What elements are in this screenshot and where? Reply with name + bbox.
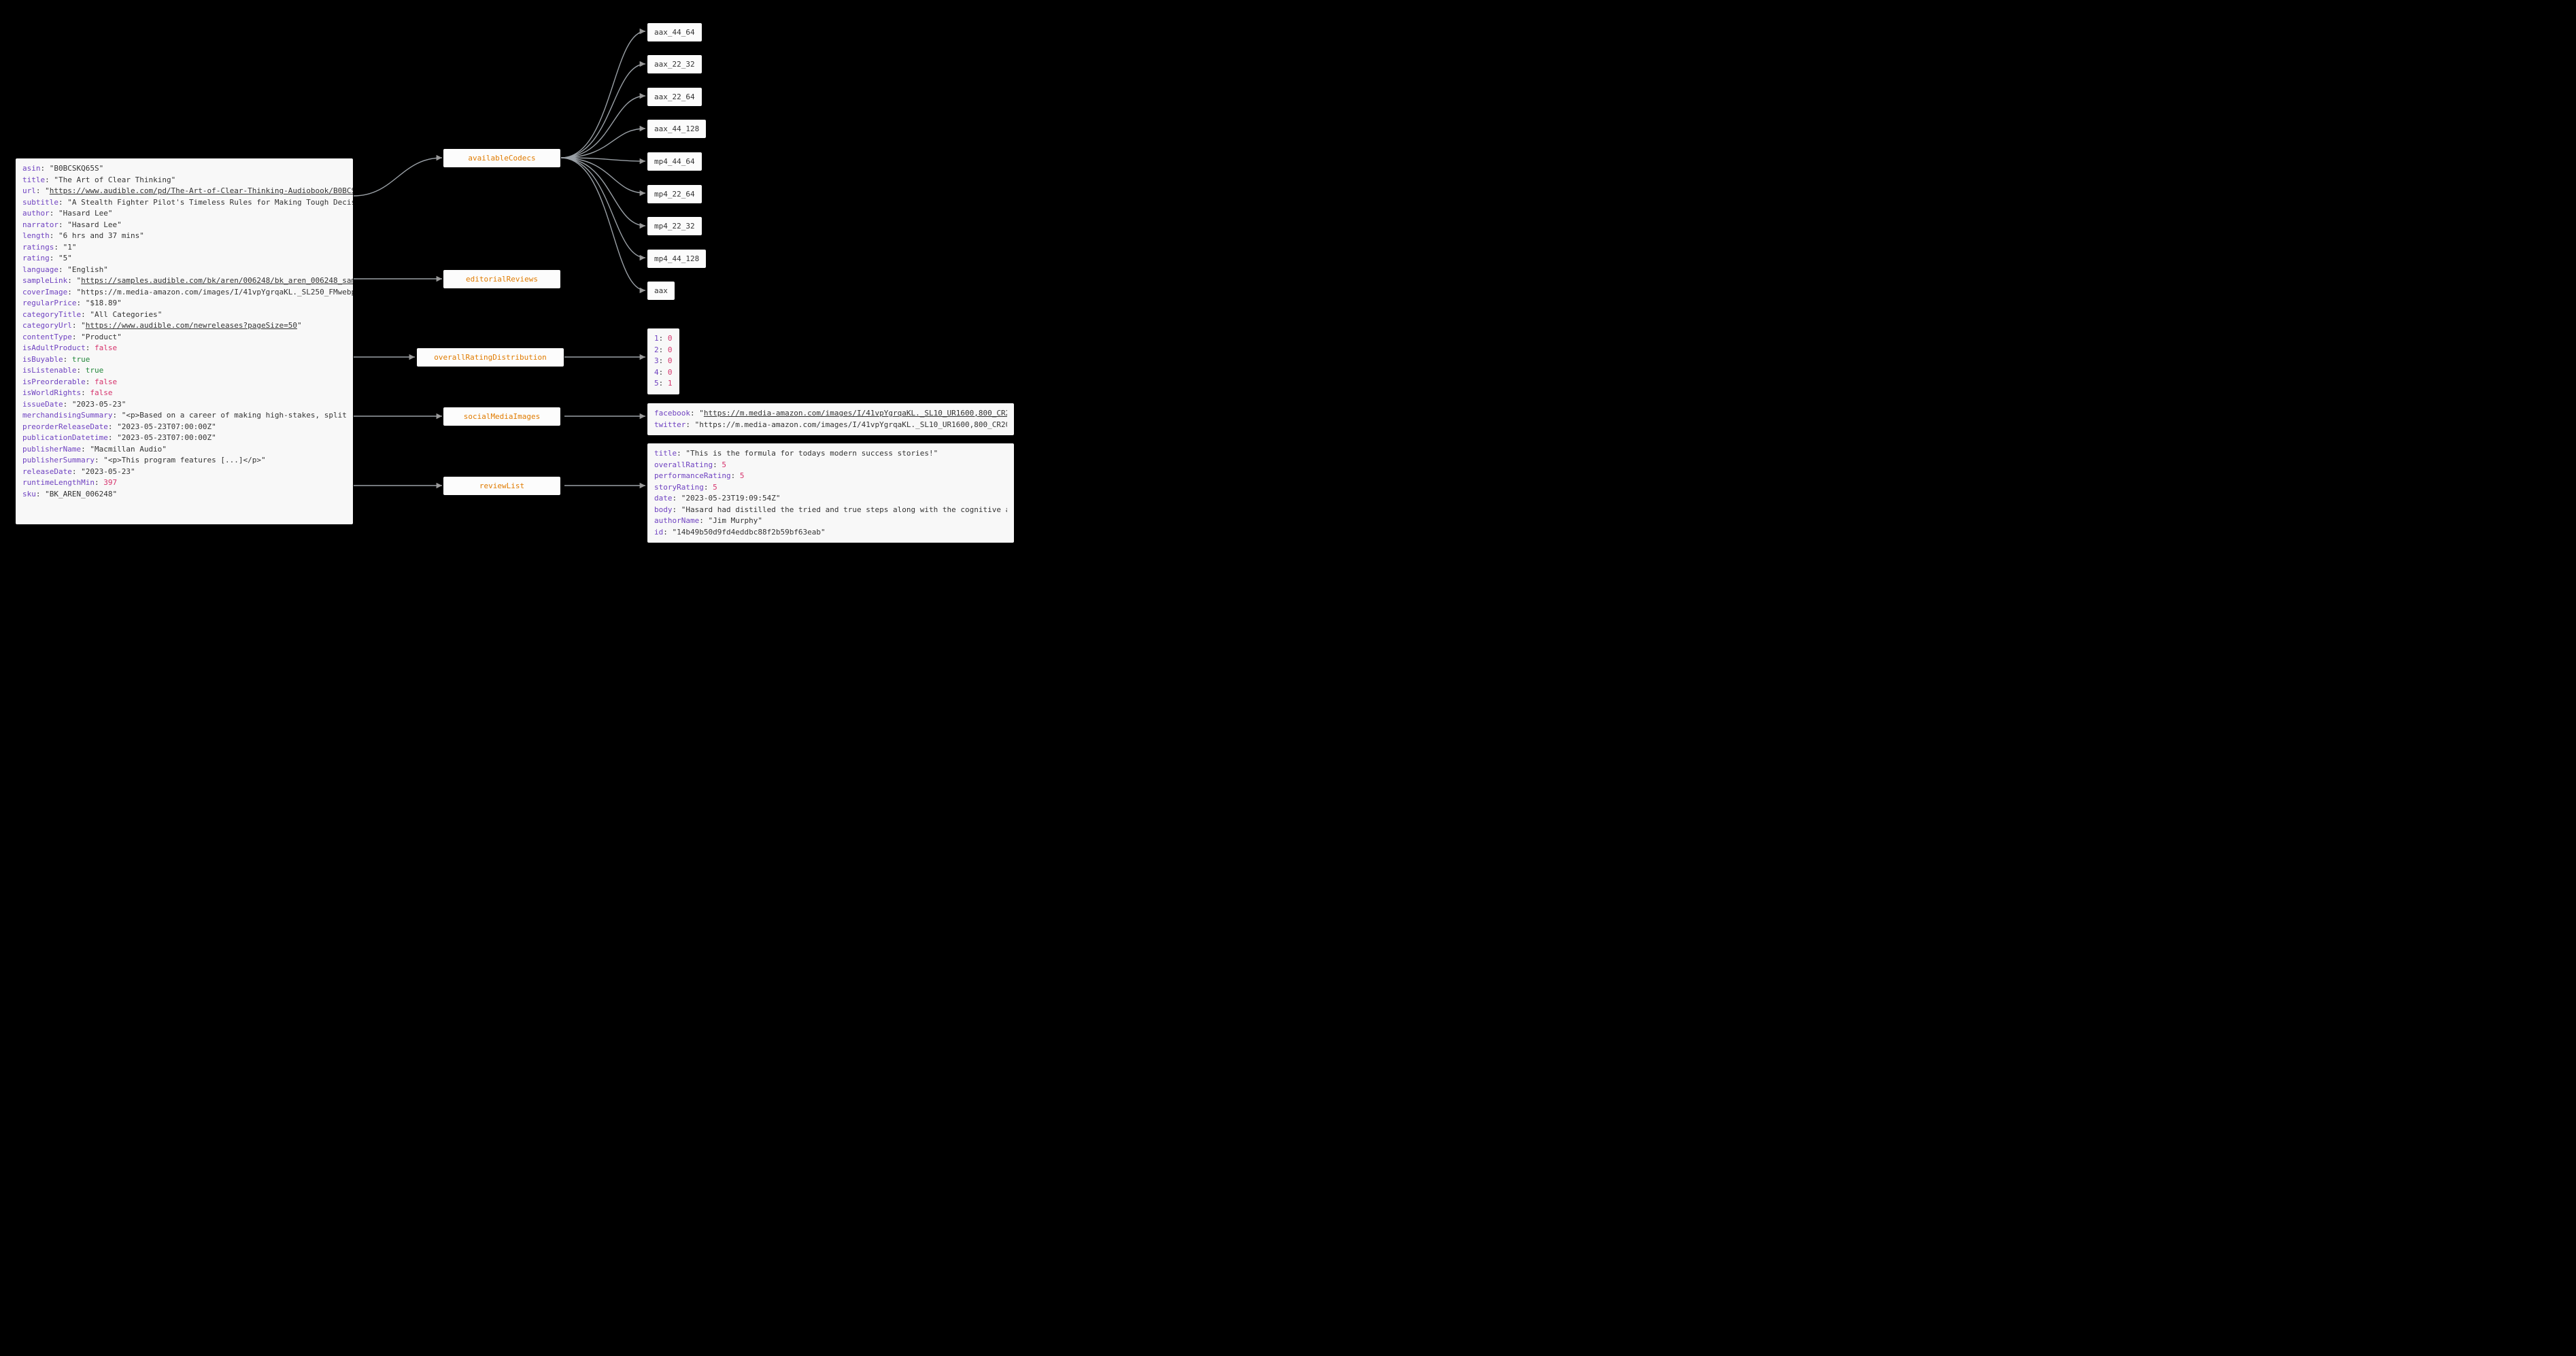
- codec-item: aax_22_32: [647, 54, 702, 74]
- codec-item: aax_44_128: [647, 119, 707, 139]
- node-editorialreviews[interactable]: editorialReviews: [443, 269, 561, 289]
- social-media-images-box: facebook: "https://m.media-amazon.com/im…: [647, 403, 1015, 436]
- node-overallratingdistribution[interactable]: overallRatingDistribution: [416, 348, 564, 367]
- codec-item: mp4_44_128: [647, 249, 707, 269]
- codec-item: mp4_44_64: [647, 152, 702, 171]
- codec-item: aax: [647, 281, 675, 301]
- root-categoryurl-link[interactable]: https://www.audible.com/newreleases?page…: [86, 321, 297, 330]
- overall-rating-distribution-box: 1: 0 2: 0 3: 0 4: 0 5: 1: [647, 328, 680, 395]
- root-url-link[interactable]: https://www.audible.com/pd/The-Art-of-Cl…: [50, 186, 354, 195]
- review-list-item-box: title: "This is the formula for todays m…: [647, 443, 1015, 543]
- root-samplelink-link[interactable]: https://samples.audible.com/bk/aren/0062…: [81, 276, 354, 285]
- node-reviewlist[interactable]: reviewList: [443, 476, 561, 496]
- root-data-box: asin: "B0BCSKQ65S" title: "The Art of Cl…: [15, 158, 354, 525]
- codec-item: mp4_22_32: [647, 216, 702, 236]
- codec-item: aax_22_64: [647, 87, 702, 107]
- node-availablecodecs[interactable]: availableCodecs: [443, 148, 561, 168]
- node-socialmediaimages[interactable]: socialMediaImages: [443, 407, 561, 426]
- codec-item: mp4_22_64: [647, 184, 702, 204]
- codec-item: aax_44_64: [647, 22, 702, 42]
- social-facebook-link[interactable]: https://m.media-amazon.com/images/I/41vp…: [704, 409, 1007, 418]
- diagram-canvas: asin: "B0BCSKQ65S" title: "The Art of Cl…: [0, 0, 1031, 542]
